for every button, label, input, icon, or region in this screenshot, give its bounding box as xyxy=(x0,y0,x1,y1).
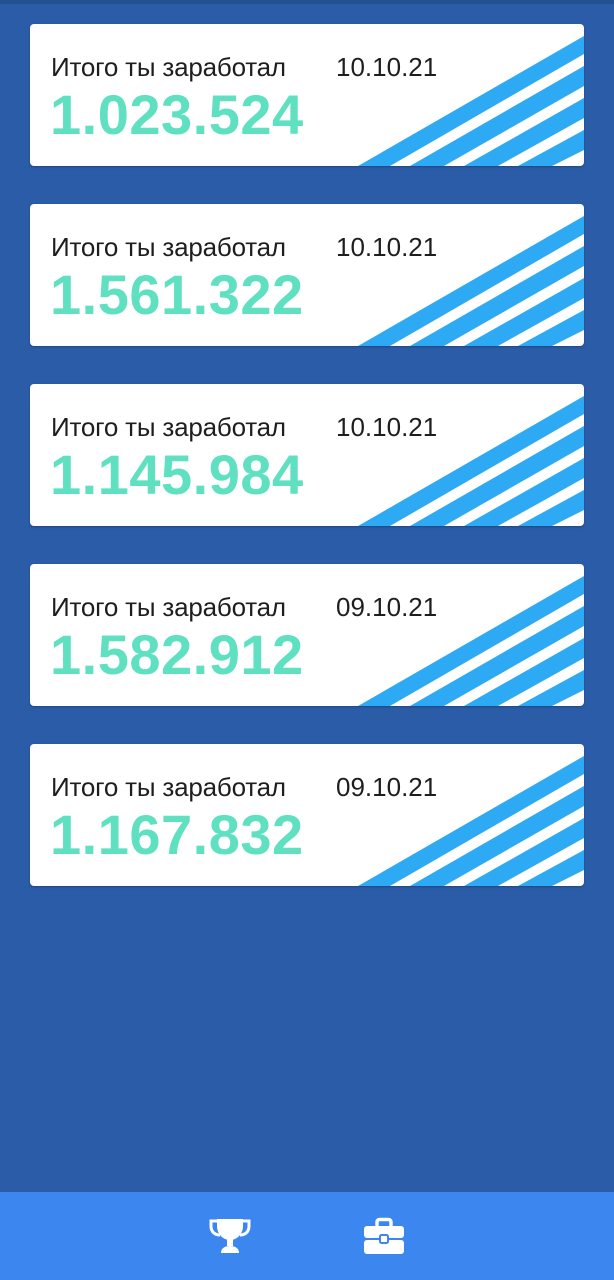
earnings-label: Итого ты заработал xyxy=(51,412,286,442)
earnings-date: 09.10.21 xyxy=(336,772,438,802)
earnings-label: Итого ты заработал xyxy=(51,52,286,82)
bottom-navigation-bar xyxy=(0,1192,614,1280)
earnings-card[interactable]: Итого ты заработал 10.10.21 1.145.984 xyxy=(30,384,584,526)
earnings-date: 10.10.21 xyxy=(336,232,438,262)
earnings-card[interactable]: Итого ты заработал 10.10.21 1.023.524 xyxy=(30,24,584,166)
earnings-card[interactable]: Итого ты заработал 09.10.21 1.167.832 xyxy=(30,744,584,886)
earnings-date: 09.10.21 xyxy=(336,592,438,622)
earnings-amount: 1.167.832 xyxy=(50,803,304,866)
nav-trophy-button[interactable] xyxy=(208,1214,252,1258)
briefcase-icon xyxy=(364,1217,404,1254)
earnings-card[interactable]: Итого ты заработал 09.10.21 1.582.912 xyxy=(30,564,584,706)
nav-briefcase-button[interactable] xyxy=(362,1214,406,1258)
earnings-amount: 1.023.524 xyxy=(50,83,304,146)
earnings-amount: 1.561.322 xyxy=(50,263,304,326)
earnings-list: Итого ты заработал 10.10.21 1.023.524 Ит… xyxy=(30,24,584,924)
earnings-label: Итого ты заработал xyxy=(51,772,286,802)
earnings-date: 10.10.21 xyxy=(336,52,438,82)
earnings-date: 10.10.21 xyxy=(336,412,438,442)
earnings-amount: 1.145.984 xyxy=(50,443,304,506)
status-bar-edge xyxy=(0,0,614,4)
earnings-label: Итого ты заработал xyxy=(51,592,286,622)
earnings-amount: 1.582.912 xyxy=(50,623,304,686)
earnings-card[interactable]: Итого ты заработал 10.10.21 1.561.322 xyxy=(30,204,584,346)
earnings-label: Итого ты заработал xyxy=(51,232,286,262)
trophy-icon xyxy=(209,1219,251,1253)
